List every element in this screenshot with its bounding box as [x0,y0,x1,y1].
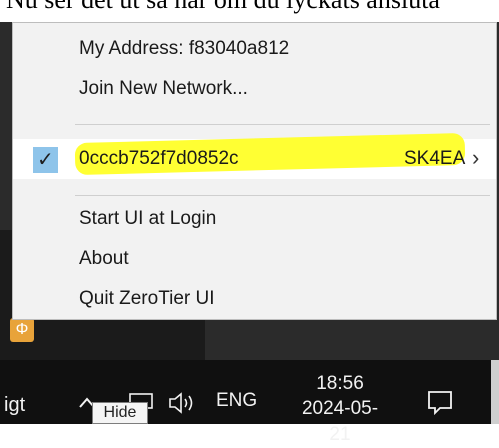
menu-item-my-address[interactable]: My Address: f83040a812 [79,29,289,69]
volume-icon[interactable] [166,390,200,416]
checkbox-selected[interactable]: ✓ [33,147,58,173]
network-name[interactable]: SK4EA [404,139,465,179]
hide-tooltip: Hide [92,402,148,424]
menu-item-start-at-login[interactable]: Start UI at Login [79,199,216,239]
menu-separator [75,124,490,125]
chevron-right-icon[interactable]: › [472,139,479,179]
menu-separator [75,195,490,196]
taskbar-app-label[interactable]: igt [4,394,25,417]
menu-item-join-network[interactable]: Join New Network... [79,69,248,109]
screen-edge [491,360,499,424]
notification-icon[interactable] [424,386,456,418]
menu-item-about[interactable]: About [79,239,129,279]
menu-item-quit[interactable]: Quit ZeroTier UI [79,279,215,319]
language-indicator[interactable]: ENG [216,390,257,412]
zerotier-icon[interactable]: Φ [10,318,34,342]
checkmark-icon: ✓ [37,149,54,171]
taskbar: igt ENG [0,360,499,424]
context-menu: My Address: f83040a812 Join New Network.… [12,22,497,320]
taskbar-clock[interactable]: 18:56 2024-05-21 [300,372,380,448]
caption-text: Nu ser det ut så här om du lyckats anslu… [6,0,440,15]
clock-time: 18:56 [316,373,364,394]
clock-date: 2024-05-21 [301,398,379,445]
network-id[interactable]: 0cccb752f7d0852c [79,139,239,179]
